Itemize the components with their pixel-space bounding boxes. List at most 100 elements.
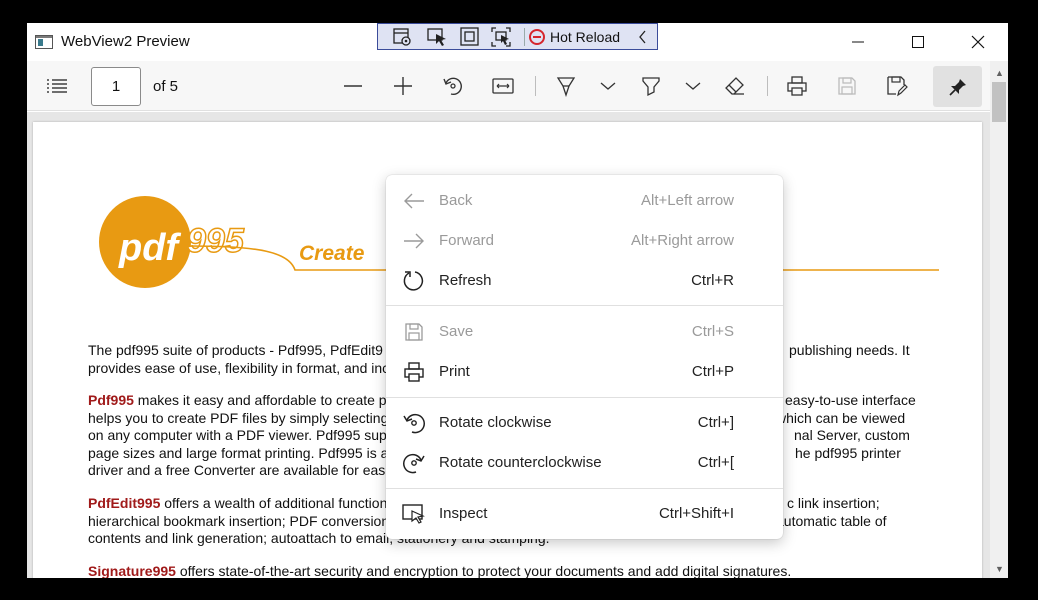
toolbar-divider	[524, 28, 525, 46]
chevron-down-icon[interactable]	[681, 74, 705, 98]
menu-item-shortcut: Alt+Right arrow	[631, 232, 734, 249]
inspect-icon	[402, 502, 426, 526]
menu-separator	[386, 305, 783, 306]
doc-text-line: helps you to create PDF files by simply …	[88, 409, 389, 426]
save-icon	[402, 320, 426, 344]
close-button[interactable]	[955, 23, 1001, 61]
draw-icon[interactable]	[554, 74, 578, 98]
doc-text-line: which can be viewed	[776, 409, 906, 426]
doc-text-line: on any computer with a PDF viewer. Pdf99…	[88, 427, 387, 443]
maximize-button[interactable]	[895, 23, 941, 61]
menu-item-save[interactable]: Save Ctrl+S	[386, 312, 783, 352]
fit-width-icon[interactable]	[491, 74, 515, 98]
menu-item-shortcut: Ctrl+P	[691, 363, 734, 380]
scrollbar-thumb[interactable]	[992, 82, 1006, 122]
maximize-icon	[912, 36, 924, 48]
chevron-down-icon[interactable]	[596, 74, 620, 98]
menu-item-label: Refresh	[439, 272, 492, 289]
eraser-icon[interactable]	[723, 74, 747, 98]
arrow-right-icon	[402, 229, 426, 253]
menu-item-label: Print	[439, 363, 470, 380]
arrow-left-icon	[402, 189, 426, 213]
doc-text-line: offers state-of-the-art security and enc…	[175, 563, 792, 578]
doc-text-line: hierarchical bookmark insertion; PDF con…	[88, 512, 390, 529]
menu-separator	[386, 397, 783, 398]
rotate-counterclockwise-icon	[402, 451, 426, 475]
highlight-icon[interactable]	[639, 74, 663, 98]
doc-text-line: nal Server, custom	[794, 427, 910, 443]
pin-icon	[948, 78, 966, 96]
menu-item-forward[interactable]: Forward Alt+Right arrow	[386, 221, 783, 261]
menu-item-shortcut: Ctrl+[	[697, 454, 734, 471]
menu-item-rotate-counterclockwise[interactable]: Rotate counterclockwise Ctrl+[	[386, 443, 783, 483]
brand-signature995: Signature995	[88, 563, 176, 578]
menu-item-label: Rotate clockwise	[439, 414, 552, 431]
refresh-icon	[402, 269, 426, 293]
doc-text-line: publishing needs. It	[789, 342, 910, 358]
display-layout-adorners-icon[interactable]	[459, 27, 481, 47]
doc-text-line: contents and link generation; autoattach…	[88, 530, 387, 546]
stop-icon[interactable]	[529, 29, 545, 45]
track-focused-element-icon[interactable]	[491, 27, 513, 47]
window-title: WebView2 Preview	[61, 33, 190, 50]
menu-item-label: Forward	[439, 232, 495, 249]
close-icon	[971, 35, 985, 49]
context-menu: Back Alt+Left arrow Forward Alt+Right ar…	[386, 175, 783, 539]
pin-toolbar-button[interactable]	[933, 66, 982, 107]
printer-icon	[402, 360, 426, 384]
zoom-out-icon[interactable]	[341, 74, 365, 98]
menu-item-rotate-clockwise[interactable]: Rotate clockwise Ctrl+]	[386, 403, 783, 443]
minimize-icon	[852, 41, 864, 43]
scroll-up-arrow-icon[interactable]: ▲	[995, 68, 1004, 78]
save-as-icon[interactable]	[885, 74, 909, 98]
doc-text-line: offers a wealth of additional function	[160, 495, 388, 511]
svg-text:pdf: pdf	[118, 227, 181, 269]
table-of-contents-icon[interactable]	[45, 74, 69, 98]
live-visual-tree-icon[interactable]	[392, 27, 414, 47]
title-bar: WebView2 Preview Hot Reload	[27, 23, 1008, 61]
menu-item-print[interactable]: Print Ctrl+P	[386, 352, 783, 392]
doc-text-line: he pdf995 printer	[795, 444, 901, 461]
zoom-in-icon[interactable]	[391, 74, 415, 98]
app-window: WebView2 Preview Hot Reload 1 of 5 ▲ ▼ p…	[27, 23, 1008, 578]
doc-text-line: makes it easy and affordable to create p	[133, 392, 387, 408]
menu-item-shortcut: Ctrl+Shift+I	[658, 505, 734, 522]
pdf-viewport[interactable]: pdf 995 Create The pdf995 suite of produ…	[27, 112, 990, 578]
menu-item-refresh[interactable]: Refresh Ctrl+R	[386, 261, 783, 301]
menu-item-back[interactable]: Back Alt+Left arrow	[386, 181, 783, 221]
doc-text-line: automatic table of	[776, 512, 887, 529]
hot-reload-button[interactable]: Hot Reload	[550, 29, 620, 45]
svg-text:995: 995	[187, 222, 245, 260]
chevron-left-icon[interactable]	[638, 28, 648, 51]
rotate-clockwise-icon	[402, 411, 426, 435]
menu-item-shortcut: Ctrl+S	[691, 323, 734, 340]
menu-item-inspect[interactable]: Inspect Ctrl+Shift+I	[386, 494, 783, 534]
page-count-label: of 5	[153, 78, 179, 95]
doc-text-line: easy-to-use interface	[785, 392, 916, 408]
menu-item-shortcut: Ctrl+R	[691, 272, 734, 289]
menu-separator	[386, 488, 783, 489]
select-element-icon[interactable]	[427, 27, 449, 47]
svg-text:Create: Create	[299, 242, 365, 265]
menu-item-label: Save	[439, 323, 474, 340]
rotate-icon[interactable]	[441, 74, 465, 98]
menu-item-label: Inspect	[439, 505, 488, 522]
doc-text-line: page sizes and large format printing. Pd…	[88, 444, 389, 461]
app-window-icon	[35, 35, 53, 49]
doc-text-line: c link insertion;	[787, 495, 880, 511]
signature995-paragraph: Signature995 offers state-of-the-art sec…	[88, 563, 928, 578]
brand-pdfedit995: PdfEdit995	[88, 495, 161, 511]
brand-pdf995: Pdf995	[88, 392, 134, 408]
save-icon[interactable]	[835, 74, 859, 98]
pdf-toolbar: 1 of 5	[27, 61, 990, 111]
toolbar-divider	[767, 76, 768, 96]
vertical-scrollbar[interactable]: ▲ ▼	[990, 61, 1008, 578]
menu-item-label: Rotate counterclockwise	[439, 454, 602, 471]
scroll-down-arrow-icon[interactable]: ▼	[995, 564, 1004, 574]
printer-icon[interactable]	[785, 74, 809, 98]
menu-item-shortcut: Alt+Left arrow	[641, 192, 734, 209]
toolbar-divider	[535, 76, 536, 96]
minimize-button[interactable]	[835, 23, 881, 61]
page-number-input[interactable]: 1	[91, 67, 141, 106]
doc-text-line: The pdf995 suite of products - Pdf995, P…	[88, 342, 383, 358]
